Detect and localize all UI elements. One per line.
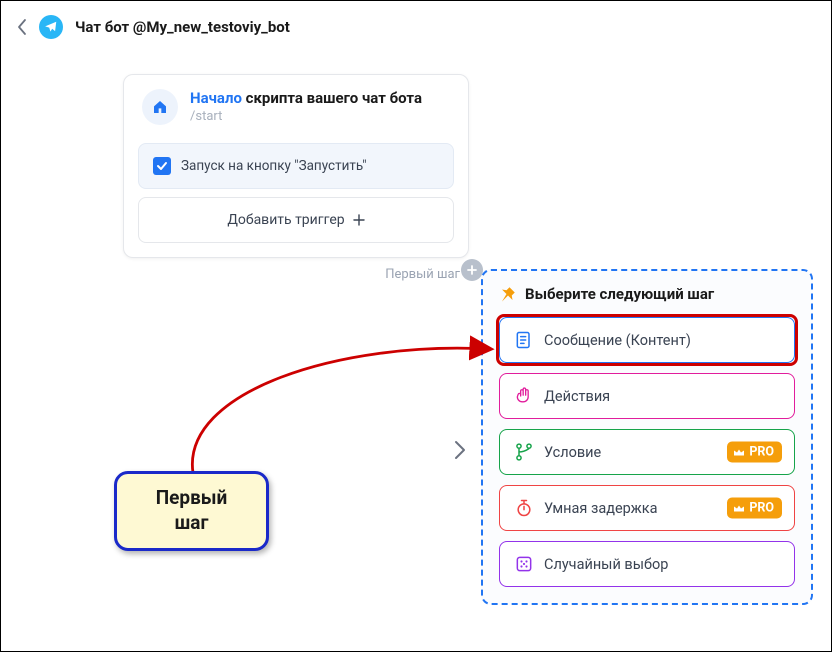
- first-step-hint: Первый шаг: [385, 267, 460, 282]
- annotation-callout: Первыйшаг: [114, 471, 269, 551]
- stopwatch-icon: [514, 498, 534, 518]
- chooser-header: Выберите следующий шаг: [499, 285, 795, 303]
- branch-icon: [514, 442, 534, 462]
- home-icon: [142, 89, 178, 125]
- option-actions-label: Действия: [544, 388, 610, 405]
- option-random[interactable]: Случайный выбор: [499, 541, 795, 587]
- trigger-label: Запуск на кнопку "Запустить": [181, 158, 367, 174]
- annotation-arrow: [171, 331, 501, 481]
- option-condition[interactable]: Условие PRO: [499, 429, 795, 475]
- crown-icon: [733, 503, 745, 513]
- pin-icon: [499, 285, 517, 303]
- callout-text: Первыйшаг: [156, 486, 228, 535]
- plus-icon: [353, 214, 365, 226]
- start-script-card: Начало скрипта вашего чат бота /start За…: [123, 74, 469, 258]
- chevron-right-icon[interactable]: [453, 439, 467, 461]
- pro-badge: PRO: [727, 442, 782, 463]
- start-card-header: Начало скрипта вашего чат бота /start: [124, 75, 468, 135]
- crown-icon: [733, 447, 745, 457]
- option-delay-label: Умная задержка: [544, 500, 658, 517]
- add-step-connector[interactable]: [461, 259, 483, 281]
- trigger-checkbox[interactable]: [153, 157, 171, 175]
- page-header: Чат бот @My_new_testoviy_bot: [1, 1, 831, 53]
- start-title: Начало скрипта вашего чат бота: [190, 89, 422, 109]
- option-condition-label: Условие: [544, 444, 601, 461]
- option-message-label: Сообщение (Контент): [544, 332, 691, 349]
- chooser-title: Выберите следующий шаг: [525, 285, 714, 303]
- page-title: Чат бот @My_new_testoviy_bot: [75, 18, 290, 36]
- telegram-icon: [39, 15, 63, 39]
- trigger-row[interactable]: Запуск на кнопку "Запустить": [138, 143, 454, 189]
- option-random-label: Случайный выбор: [544, 556, 668, 573]
- hand-icon: [514, 386, 534, 406]
- dice-icon: [514, 554, 534, 574]
- start-subtitle: /start: [190, 109, 422, 125]
- option-message[interactable]: Сообщение (Контент): [499, 317, 795, 363]
- option-delay[interactable]: Умная задержка PRO: [499, 485, 795, 531]
- back-icon[interactable]: [17, 18, 27, 36]
- option-actions[interactable]: Действия: [499, 373, 795, 419]
- pro-badge: PRO: [727, 498, 782, 519]
- step-chooser-panel: Выберите следующий шаг Сообщение (Контен…: [481, 269, 813, 605]
- message-icon: [514, 330, 534, 350]
- add-trigger-button[interactable]: Добавить триггер: [138, 197, 454, 243]
